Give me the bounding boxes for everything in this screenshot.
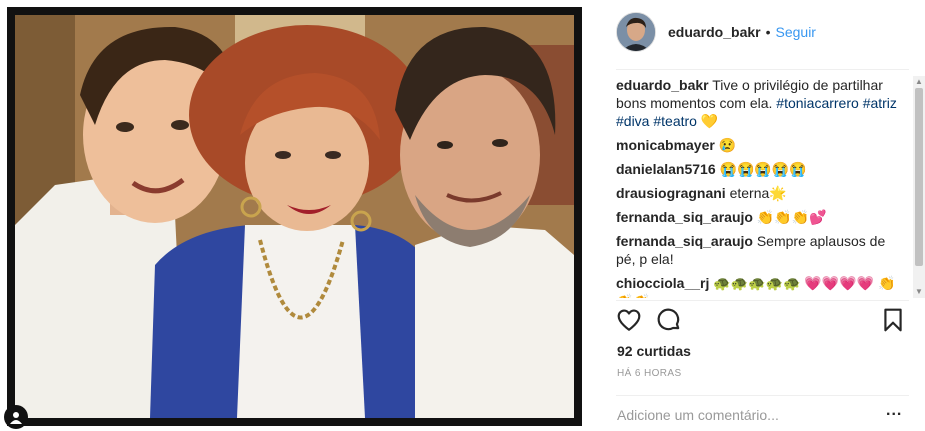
scroll-thumb[interactable] [915, 88, 923, 266]
heart-outline-icon[interactable] [616, 307, 642, 333]
comments-scrollbar[interactable]: ▲ ▼ [913, 76, 925, 298]
comments-list: eduardo_bakr Tive o privilégio de partil… [616, 76, 908, 298]
comment-item: fernanda_siq_araujo Sempre aplausos de p… [616, 232, 908, 268]
comment-text: eterna🌟 [729, 185, 787, 201]
comment-item: chiocciola__rj 🐢🐢🐢🐢🐢 💗💗💗💗 👏👏👏 [616, 274, 908, 298]
caption-username[interactable]: eduardo_bakr [616, 77, 709, 93]
comment-username[interactable]: fernanda_siq_araujo [616, 233, 753, 249]
comment-username[interactable]: danielalan5716 [616, 161, 716, 177]
divider [616, 69, 909, 70]
post-photo-area [0, 0, 590, 431]
comment-username[interactable]: chiocciola__rj [616, 275, 709, 291]
separator-dot: • [765, 24, 771, 40]
action-bar [616, 307, 906, 335]
avatar[interactable] [616, 12, 656, 52]
post-header: eduardo_bakr • Seguir [616, 12, 816, 52]
scroll-down-arrow-icon[interactable]: ▼ [913, 286, 925, 298]
comment-text: 😢 [718, 137, 737, 153]
comment-username[interactable]: fernanda_siq_araujo [616, 209, 753, 225]
comment-item: fernanda_siq_araujo 👏👏👏💕 [616, 208, 908, 226]
likes-count[interactable]: 92 curtidas [617, 343, 691, 359]
more-options-icon[interactable]: ... [886, 402, 902, 420]
divider [616, 395, 909, 396]
post-sidebar: eduardo_bakr • Seguir eduardo_bakr Tive … [590, 0, 925, 431]
photo-frame [7, 7, 582, 426]
hashtag-link[interactable]: #teatro [653, 113, 697, 129]
comment-item: monicabmayer 😢 [616, 136, 908, 154]
speech-bubble-icon[interactable] [656, 307, 682, 333]
caption-emoji: 💛 [700, 113, 719, 129]
comment-text: 😭😭😭😭😭 [719, 161, 807, 177]
caption: eduardo_bakr Tive o privilégio de partil… [616, 76, 908, 130]
bookmark-icon[interactable] [880, 307, 906, 333]
comment-username[interactable]: monicabmayer [616, 137, 715, 153]
comment-input[interactable] [617, 404, 867, 426]
hashtag-link[interactable]: #atriz [863, 95, 897, 111]
photo-illustration [15, 15, 574, 418]
username[interactable]: eduardo_bakr [668, 24, 761, 40]
hashtag-link[interactable]: #toniacarrero [776, 95, 859, 111]
post-photo[interactable] [15, 15, 574, 418]
hashtag-link[interactable]: #diva [616, 113, 649, 129]
comment-text: 👏👏👏💕 [756, 209, 827, 225]
post-timestamp[interactable]: HÁ 6 HORAS [617, 368, 682, 379]
user-tag-icon[interactable] [4, 405, 28, 429]
comment-item: drausiogragnani eterna🌟 [616, 184, 908, 202]
divider [616, 300, 909, 301]
comment-item: danielalan5716 😭😭😭😭😭 [616, 160, 908, 178]
follow-button[interactable]: Seguir [776, 24, 816, 40]
comment-username[interactable]: drausiogragnani [616, 185, 726, 201]
scroll-up-arrow-icon[interactable]: ▲ [913, 76, 925, 88]
